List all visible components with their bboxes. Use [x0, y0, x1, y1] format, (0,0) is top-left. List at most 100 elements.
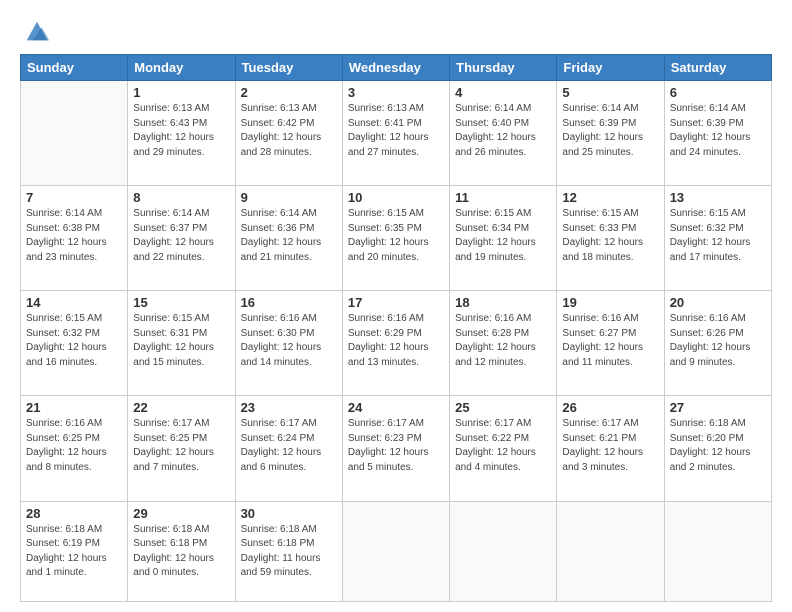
logo-icon — [23, 18, 51, 46]
day-info: Sunrise: 6:17 AMSunset: 6:23 PMDaylight:… — [348, 417, 444, 475]
day-number: 27 — [670, 400, 766, 415]
day-info: Sunrise: 6:16 AMSunset: 6:28 PMDaylight:… — [455, 312, 551, 370]
calendar-cell: 5 Sunrise: 6:14 AMSunset: 6:39 PMDaylight… — [557, 81, 664, 186]
calendar-cell: 13 Sunrise: 6:15 AMSunset: 6:32 PMDayligh… — [664, 186, 771, 291]
day-number: 3 — [348, 85, 444, 100]
day-number: 4 — [455, 85, 551, 100]
calendar-cell: 9 Sunrise: 6:14 AMSunset: 6:36 PMDaylight… — [235, 186, 342, 291]
day-info: Sunrise: 6:15 AMSunset: 6:33 PMDaylight:… — [562, 207, 658, 265]
day-number: 13 — [670, 190, 766, 205]
day-info: Sunrise: 6:16 AMSunset: 6:27 PMDaylight:… — [562, 312, 658, 370]
calendar-cell: 22Sunrise: 6:17 AMSunset: 6:25 PMDayligh… — [128, 396, 235, 501]
day-info: Sunrise: 6:15 AMSunset: 6:34 PMDaylight:… — [455, 207, 551, 265]
weekday-header-monday: Monday — [128, 55, 235, 81]
weekday-header-thursday: Thursday — [450, 55, 557, 81]
day-info: Sunrise: 6:14 AMSunset: 6:40 PMDaylight:… — [455, 102, 551, 160]
weekday-header-friday: Friday — [557, 55, 664, 81]
calendar-cell: 15 Sunrise: 6:15 AMSunset: 6:31 PMDayligh… — [128, 291, 235, 396]
day-number: 6 — [670, 85, 766, 100]
logo — [20, 18, 51, 46]
calendar-week-row: 7 Sunrise: 6:14 AMSunset: 6:38 PMDaylight… — [21, 186, 772, 291]
calendar-cell — [664, 501, 771, 601]
calendar-cell — [450, 501, 557, 601]
day-number: 18 — [455, 295, 551, 310]
calendar-cell: 4 Sunrise: 6:14 AMSunset: 6:40 PMDaylight… — [450, 81, 557, 186]
day-number: 2 — [241, 85, 337, 100]
day-number: 17 — [348, 295, 444, 310]
weekday-header-wednesday: Wednesday — [342, 55, 449, 81]
calendar-cell: 24 Sunrise: 6:17 AMSunset: 6:23 PMDayligh… — [342, 396, 449, 501]
day-number: 5 — [562, 85, 658, 100]
day-info: Sunrise: 6:14 AMSunset: 6:39 PMDaylight:… — [562, 102, 658, 160]
day-number: 24 — [348, 400, 444, 415]
calendar-cell: 1 Sunrise: 6:13 AMSunset: 6:43 PMDaylight… — [128, 81, 235, 186]
day-info: Sunrise: 6:18 AMSunset: 6:19 PMDaylight:… — [26, 523, 122, 581]
day-number: 1 — [133, 85, 229, 100]
calendar-week-row: 14Sunrise: 6:15 AMSunset: 6:32 PMDayligh… — [21, 291, 772, 396]
calendar-cell: 8Sunrise: 6:14 AMSunset: 6:37 PMDaylight… — [128, 186, 235, 291]
day-number: 10 — [348, 190, 444, 205]
day-number: 7 — [26, 190, 122, 205]
calendar-cell: 10 Sunrise: 6:15 AMSunset: 6:35 PMDayligh… — [342, 186, 449, 291]
calendar-cell: 19 Sunrise: 6:16 AMSunset: 6:27 PMDayligh… — [557, 291, 664, 396]
calendar-cell: 7 Sunrise: 6:14 AMSunset: 6:38 PMDaylight… — [21, 186, 128, 291]
day-number: 15 — [133, 295, 229, 310]
day-number: 11 — [455, 190, 551, 205]
day-info: Sunrise: 6:14 AMSunset: 6:37 PMDaylight:… — [133, 207, 229, 265]
calendar-week-row: 1 Sunrise: 6:13 AMSunset: 6:43 PMDaylight… — [21, 81, 772, 186]
day-info: Sunrise: 6:18 AMSunset: 6:18 PMDaylight:… — [241, 523, 337, 581]
calendar-cell: 6Sunrise: 6:14 AMSunset: 6:39 PMDaylight… — [664, 81, 771, 186]
day-info: Sunrise: 6:14 AMSunset: 6:36 PMDaylight:… — [241, 207, 337, 265]
calendar-week-row: 28 Sunrise: 6:18 AMSunset: 6:19 PMDayligh… — [21, 501, 772, 601]
header — [20, 18, 772, 46]
calendar-cell: 2 Sunrise: 6:13 AMSunset: 6:42 PMDaylight… — [235, 81, 342, 186]
calendar-cell — [557, 501, 664, 601]
day-number: 14 — [26, 295, 122, 310]
day-info: Sunrise: 6:15 AMSunset: 6:31 PMDaylight:… — [133, 312, 229, 370]
day-info: Sunrise: 6:17 AMSunset: 6:21 PMDaylight:… — [562, 417, 658, 475]
calendar-cell — [342, 501, 449, 601]
calendar-week-row: 21 Sunrise: 6:16 AMSunset: 6:25 PMDayligh… — [21, 396, 772, 501]
day-number: 9 — [241, 190, 337, 205]
day-info: Sunrise: 6:18 AMSunset: 6:20 PMDaylight:… — [670, 417, 766, 475]
calendar-cell: 17Sunrise: 6:16 AMSunset: 6:29 PMDayligh… — [342, 291, 449, 396]
day-number: 29 — [133, 506, 229, 521]
day-info: Sunrise: 6:13 AMSunset: 6:43 PMDaylight:… — [133, 102, 229, 160]
day-info: Sunrise: 6:18 AMSunset: 6:18 PMDaylight:… — [133, 523, 229, 581]
calendar-cell: 29 Sunrise: 6:18 AMSunset: 6:18 PMDayligh… — [128, 501, 235, 601]
weekday-header-tuesday: Tuesday — [235, 55, 342, 81]
calendar-cell: 21 Sunrise: 6:16 AMSunset: 6:25 PMDayligh… — [21, 396, 128, 501]
day-info: Sunrise: 6:14 AMSunset: 6:38 PMDaylight:… — [26, 207, 122, 265]
weekday-header-row: SundayMondayTuesdayWednesdayThursdayFrid… — [21, 55, 772, 81]
calendar-cell: 26 Sunrise: 6:17 AMSunset: 6:21 PMDayligh… — [557, 396, 664, 501]
calendar-cell: 23 Sunrise: 6:17 AMSunset: 6:24 PMDayligh… — [235, 396, 342, 501]
day-info: Sunrise: 6:15 AMSunset: 6:32 PMDaylight:… — [670, 207, 766, 265]
calendar-cell: 27 Sunrise: 6:18 AMSunset: 6:20 PMDayligh… — [664, 396, 771, 501]
day-number: 22 — [133, 400, 229, 415]
day-number: 23 — [241, 400, 337, 415]
calendar-cell: 12Sunrise: 6:15 AMSunset: 6:33 PMDayligh… — [557, 186, 664, 291]
day-info: Sunrise: 6:15 AMSunset: 6:35 PMDaylight:… — [348, 207, 444, 265]
day-number: 19 — [562, 295, 658, 310]
weekday-header-saturday: Saturday — [664, 55, 771, 81]
day-number: 26 — [562, 400, 658, 415]
calendar-cell: 18 Sunrise: 6:16 AMSunset: 6:28 PMDayligh… — [450, 291, 557, 396]
day-number: 28 — [26, 506, 122, 521]
day-info: Sunrise: 6:17 AMSunset: 6:22 PMDaylight:… — [455, 417, 551, 475]
weekday-header-sunday: Sunday — [21, 55, 128, 81]
day-info: Sunrise: 6:13 AMSunset: 6:42 PMDaylight:… — [241, 102, 337, 160]
day-number: 21 — [26, 400, 122, 415]
page: SundayMondayTuesdayWednesdayThursdayFrid… — [0, 0, 792, 612]
calendar-cell: 25 Sunrise: 6:17 AMSunset: 6:22 PMDayligh… — [450, 396, 557, 501]
calendar-cell: 28 Sunrise: 6:18 AMSunset: 6:19 PMDayligh… — [21, 501, 128, 601]
calendar-cell: 20Sunrise: 6:16 AMSunset: 6:26 PMDayligh… — [664, 291, 771, 396]
day-info: Sunrise: 6:16 AMSunset: 6:30 PMDaylight:… — [241, 312, 337, 370]
calendar-cell: 11 Sunrise: 6:15 AMSunset: 6:34 PMDayligh… — [450, 186, 557, 291]
calendar-cell: 3Sunrise: 6:13 AMSunset: 6:41 PMDaylight… — [342, 81, 449, 186]
calendar-cell: 14Sunrise: 6:15 AMSunset: 6:32 PMDayligh… — [21, 291, 128, 396]
day-info: Sunrise: 6:16 AMSunset: 6:25 PMDaylight:… — [26, 417, 122, 475]
day-info: Sunrise: 6:17 AMSunset: 6:24 PMDaylight:… — [241, 417, 337, 475]
day-number: 16 — [241, 295, 337, 310]
day-number: 25 — [455, 400, 551, 415]
calendar-table: SundayMondayTuesdayWednesdayThursdayFrid… — [20, 54, 772, 602]
